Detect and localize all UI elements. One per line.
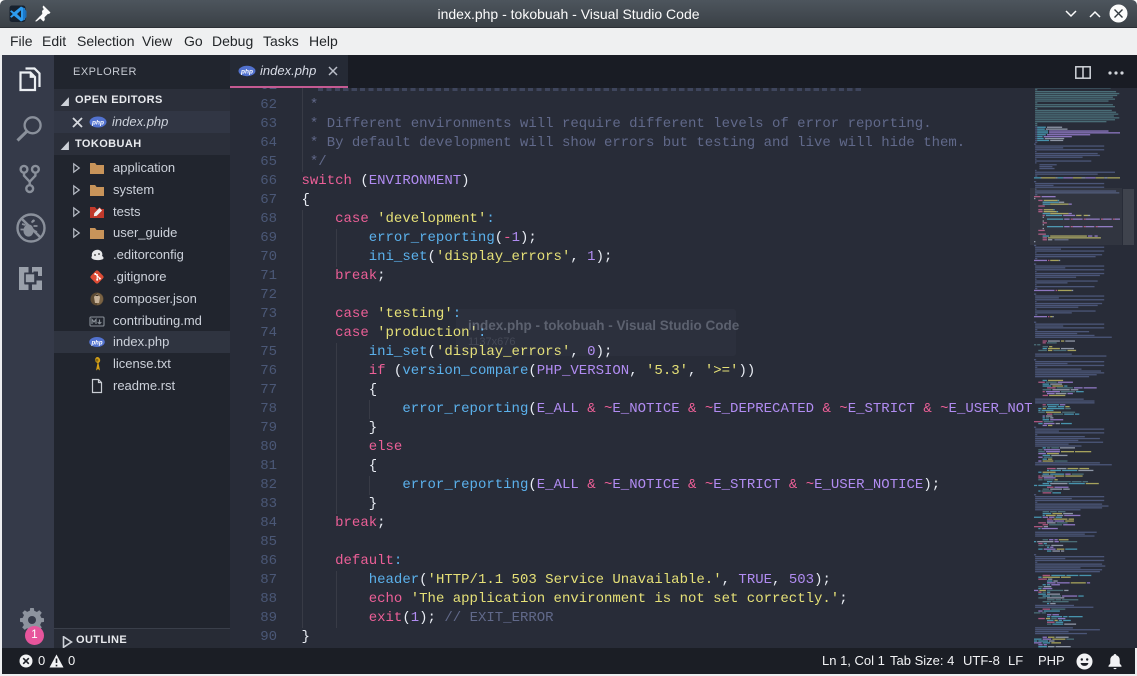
svg-text:php: php <box>91 120 104 127</box>
svg-text:php: php <box>91 340 103 346</box>
svg-text:php: php <box>240 69 253 76</box>
